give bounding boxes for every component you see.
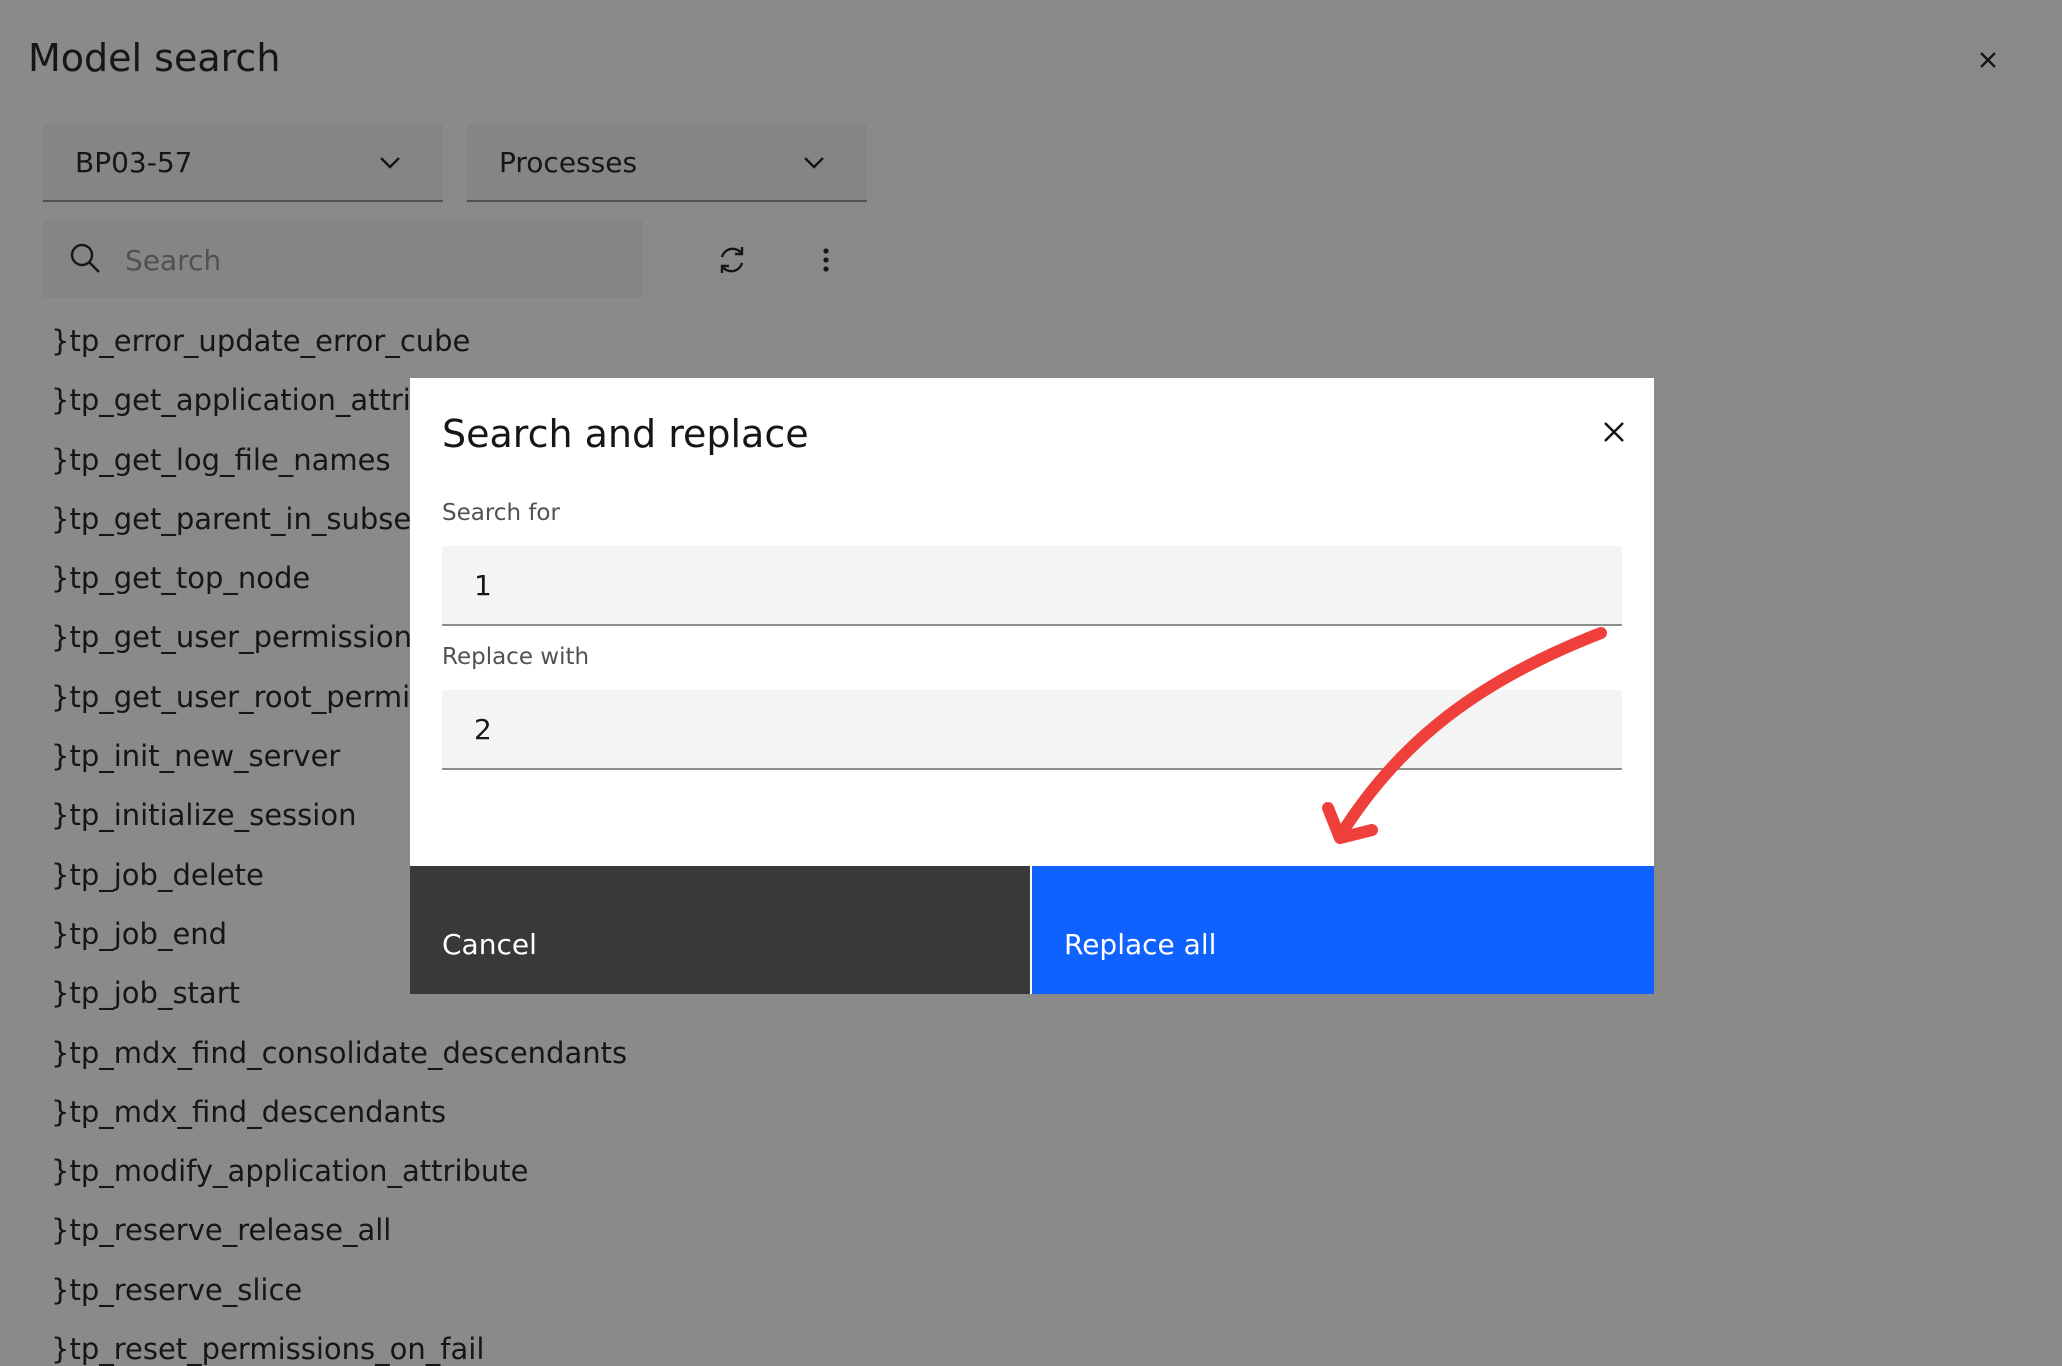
search-for-input[interactable] — [442, 546, 1622, 626]
replace-with-input[interactable] — [442, 690, 1622, 770]
replace-all-button[interactable]: Replace all — [1032, 866, 1654, 994]
close-icon[interactable] — [1594, 412, 1634, 452]
cancel-button[interactable]: Cancel — [410, 866, 1030, 994]
replace-with-label: Replace with — [442, 644, 590, 670]
search-for-label: Search for — [442, 500, 560, 526]
dialog-title: Search and replace — [442, 412, 809, 456]
search-replace-dialog: Search and replace Search for Replace wi… — [410, 378, 1654, 994]
